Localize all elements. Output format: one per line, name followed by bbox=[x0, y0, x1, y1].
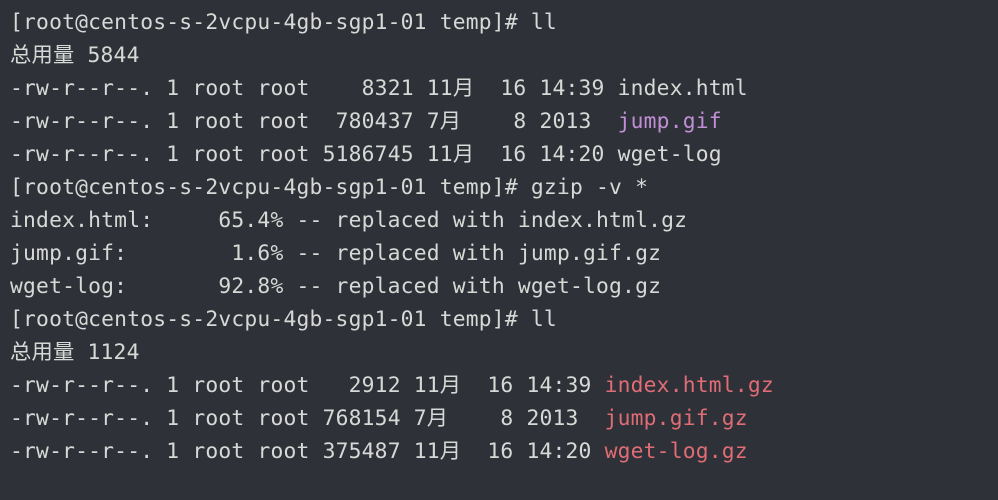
shell-prompt: [root@centos-s-2vcpu-4gb-sgp1-01 temp]# bbox=[10, 10, 518, 35]
file-name: index.html bbox=[618, 76, 748, 101]
ll2-row: -rw-r--r--. 1 root root 768154 7月 8 2013… bbox=[10, 406, 748, 431]
ll1-total: 总用量 5844 bbox=[10, 43, 140, 68]
ll1-row: -rw-r--r--. 1 root root 780437 7月 8 2013… bbox=[10, 109, 722, 134]
file-name: wget-log bbox=[618, 142, 722, 167]
gzip-row: index.html: 65.4% -- replaced with index… bbox=[10, 208, 687, 233]
command-ll-1: ll bbox=[531, 10, 557, 35]
shell-prompt: [root@centos-s-2vcpu-4gb-sgp1-01 temp]# bbox=[10, 175, 518, 200]
file-name: jump.gif bbox=[618, 109, 722, 134]
ll2-total: 总用量 1124 bbox=[10, 340, 140, 365]
ll1-row: -rw-r--r--. 1 root root 8321 11月 16 14:3… bbox=[10, 76, 748, 101]
command-gzip: gzip -v * bbox=[531, 175, 648, 200]
ll1-row: -rw-r--r--. 1 root root 5186745 11月 16 1… bbox=[10, 142, 722, 167]
gzip-row: wget-log: 92.8% -- replaced with wget-lo… bbox=[10, 274, 661, 299]
ll2-row: -rw-r--r--. 1 root root 375487 11月 16 14… bbox=[10, 439, 748, 464]
shell-prompt: [root@centos-s-2vcpu-4gb-sgp1-01 temp]# bbox=[10, 307, 518, 332]
terminal-output[interactable]: [root@centos-s-2vcpu-4gb-sgp1-01 temp]# … bbox=[0, 0, 998, 478]
file-name: index.html.gz bbox=[605, 373, 774, 398]
gzip-row: jump.gif: 1.6% -- replaced with jump.gif… bbox=[10, 241, 661, 266]
ll2-row: -rw-r--r--. 1 root root 2912 11月 16 14:3… bbox=[10, 373, 774, 398]
file-name: jump.gif.gz bbox=[605, 406, 748, 431]
file-name: wget-log.gz bbox=[605, 439, 748, 464]
command-ll-2: ll bbox=[531, 307, 557, 332]
